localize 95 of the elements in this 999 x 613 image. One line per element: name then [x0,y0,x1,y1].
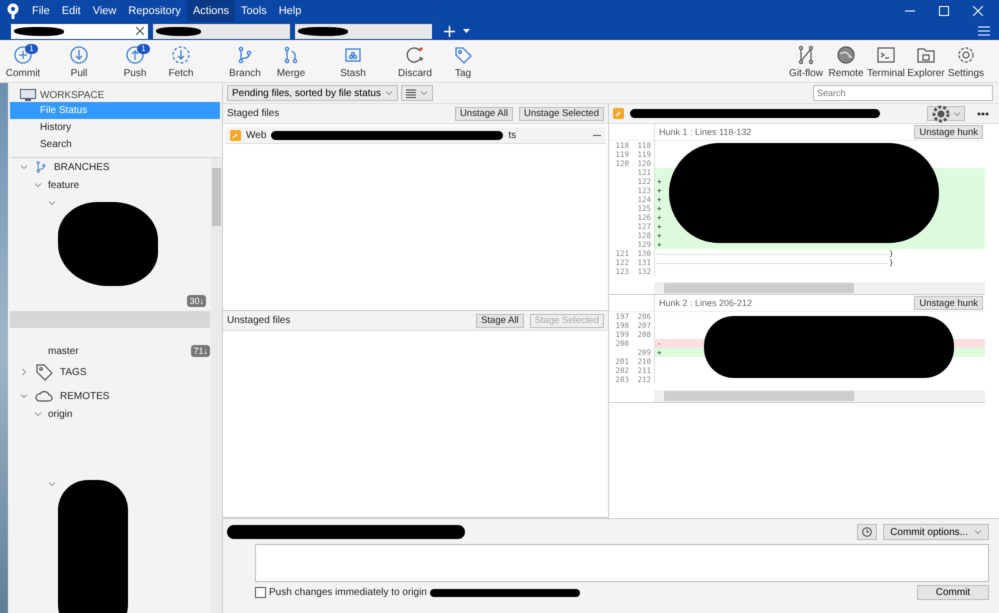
list-icon [406,88,416,98]
branch-item[interactable]: 30↓ [10,292,210,310]
section-title: BRANCHES [54,162,110,172]
hunk-title: Hunk 1 : Lines 118-132 [658,127,752,137]
sidebar-item[interactable]: History [10,119,220,136]
branch-item[interactable]: master 71↓ [48,342,210,360]
toolbar-button[interactable]: Terminal [867,40,905,79]
monitor-icon [20,89,36,102]
toolbar-button[interactable]: Tag [440,40,486,79]
chevron-icon[interactable] [20,368,28,376]
scrollbar[interactable] [211,158,222,613]
repo-tab[interactable] [10,23,149,40]
chevron-icon[interactable] [20,163,28,171]
chevron-icon[interactable] [34,181,42,189]
dropdown-arrow-icon[interactable] [463,29,470,33]
menu-item[interactable]: Help [272,0,308,22]
toolbar-button[interactable]: Merge [268,40,314,79]
file-name: ts [508,130,516,140]
repo-tab[interactable] [294,23,433,40]
horizontal-scrollbar[interactable] [654,390,985,402]
maximize-icon[interactable] [939,6,949,16]
upload-circle-icon [125,45,145,65]
toolbar-button[interactable]: 1 Push [112,40,158,79]
file-row[interactable]: Web ts [225,127,606,144]
menu-item[interactable]: Tools [235,0,273,22]
section-title: TAGS [60,366,86,378]
terminal-icon [876,45,896,65]
toolbar-button[interactable]: Stash [330,40,376,79]
toolbar-button[interactable]: Fetch [158,40,204,79]
toolbar-button[interactable]: Settings [947,40,985,79]
toolbar-button[interactable]: Remote [827,40,865,79]
menu-item[interactable]: View [86,0,122,22]
globe-icon [836,45,856,65]
menu-item[interactable]: Edit [56,0,87,22]
behind-count: 71↓ [191,345,210,357]
chevron-icon[interactable] [20,392,28,400]
modified-icon [230,130,241,140]
horizontal-scrollbar[interactable] [654,282,985,294]
menu-icon[interactable] [978,26,990,36]
menu-item[interactable]: File [26,0,56,22]
pane-title: Staged files [227,108,280,119]
toolbar-button[interactable]: Discard [392,40,438,79]
git-flow-icon [796,45,816,65]
toolbar-button[interactable]: Pull [56,40,102,79]
unstage-hunk-button[interactable]: Unstage hunk [914,125,983,139]
diff-settings-button[interactable] [927,106,965,121]
pane-title: Unstaged files [227,315,292,326]
sidebar-item[interactable]: Search [10,136,220,153]
stage-button[interactable]: Unstage All [454,106,513,120]
push-checkbox[interactable] [255,587,266,598]
chevron-icon[interactable] [48,199,56,207]
tag-icon [453,45,473,65]
settings-icon [956,45,976,65]
repo-tab[interactable] [152,23,291,40]
stage-button[interactable]: Stage All [476,314,524,328]
count-badge: 1 [137,44,150,54]
unstage-hunk-button[interactable]: Unstage hunk [914,296,983,310]
remote-item[interactable]: origin [48,408,72,420]
toolbar-button[interactable]: Explorer [907,40,945,79]
section-title: WORKSPACE [40,90,104,101]
menu-item[interactable]: Repository [122,0,187,22]
checkbox-label: Push changes immediately to origin [269,587,427,598]
close-icon[interactable] [136,27,144,35]
download-circle-icon [69,45,89,65]
add-tab-icon[interactable] [444,26,455,36]
branch-folder[interactable]: feature [48,180,80,190]
file-name: Web [246,130,266,140]
section-title: REMOTES [60,390,110,402]
tag-icon [34,362,54,382]
toolbar-button[interactable]: Git-flow [787,40,825,79]
modified-icon [613,108,624,119]
stage-button[interactable]: Unstage Selected [519,106,604,120]
toolbar-button[interactable]: Branch [222,40,268,79]
chevron-icon[interactable] [48,480,56,488]
toolbar-button[interactable]: 1 Commit [0,40,46,79]
file-filter-dropdown[interactable]: Pending files, sorted by file status [227,85,398,101]
count-badge: 1 [25,44,38,54]
app-logo-icon [6,3,20,19]
chevron-icon[interactable] [34,410,42,418]
fetch-icon [171,45,191,65]
clock-icon [862,527,872,537]
plus-circle-icon [13,45,33,65]
more-icon[interactable] [977,112,989,116]
search-field[interactable]: Search [813,85,993,101]
commit-options-dropdown[interactable]: Commit options... [883,524,989,540]
discard-icon [405,45,425,65]
commit-button[interactable]: Commit [917,585,989,600]
history-button[interactable] [857,524,878,540]
menu-item[interactable]: Actions [186,0,236,22]
settings-icon [931,104,951,124]
hunk-title: Hunk 2 : Lines 206-212 [658,298,754,308]
commit-message-field[interactable] [255,544,989,582]
view-mode-dropdown[interactable] [400,85,433,101]
branch-icon [34,160,48,174]
behind-count: 30↓ [187,295,206,307]
